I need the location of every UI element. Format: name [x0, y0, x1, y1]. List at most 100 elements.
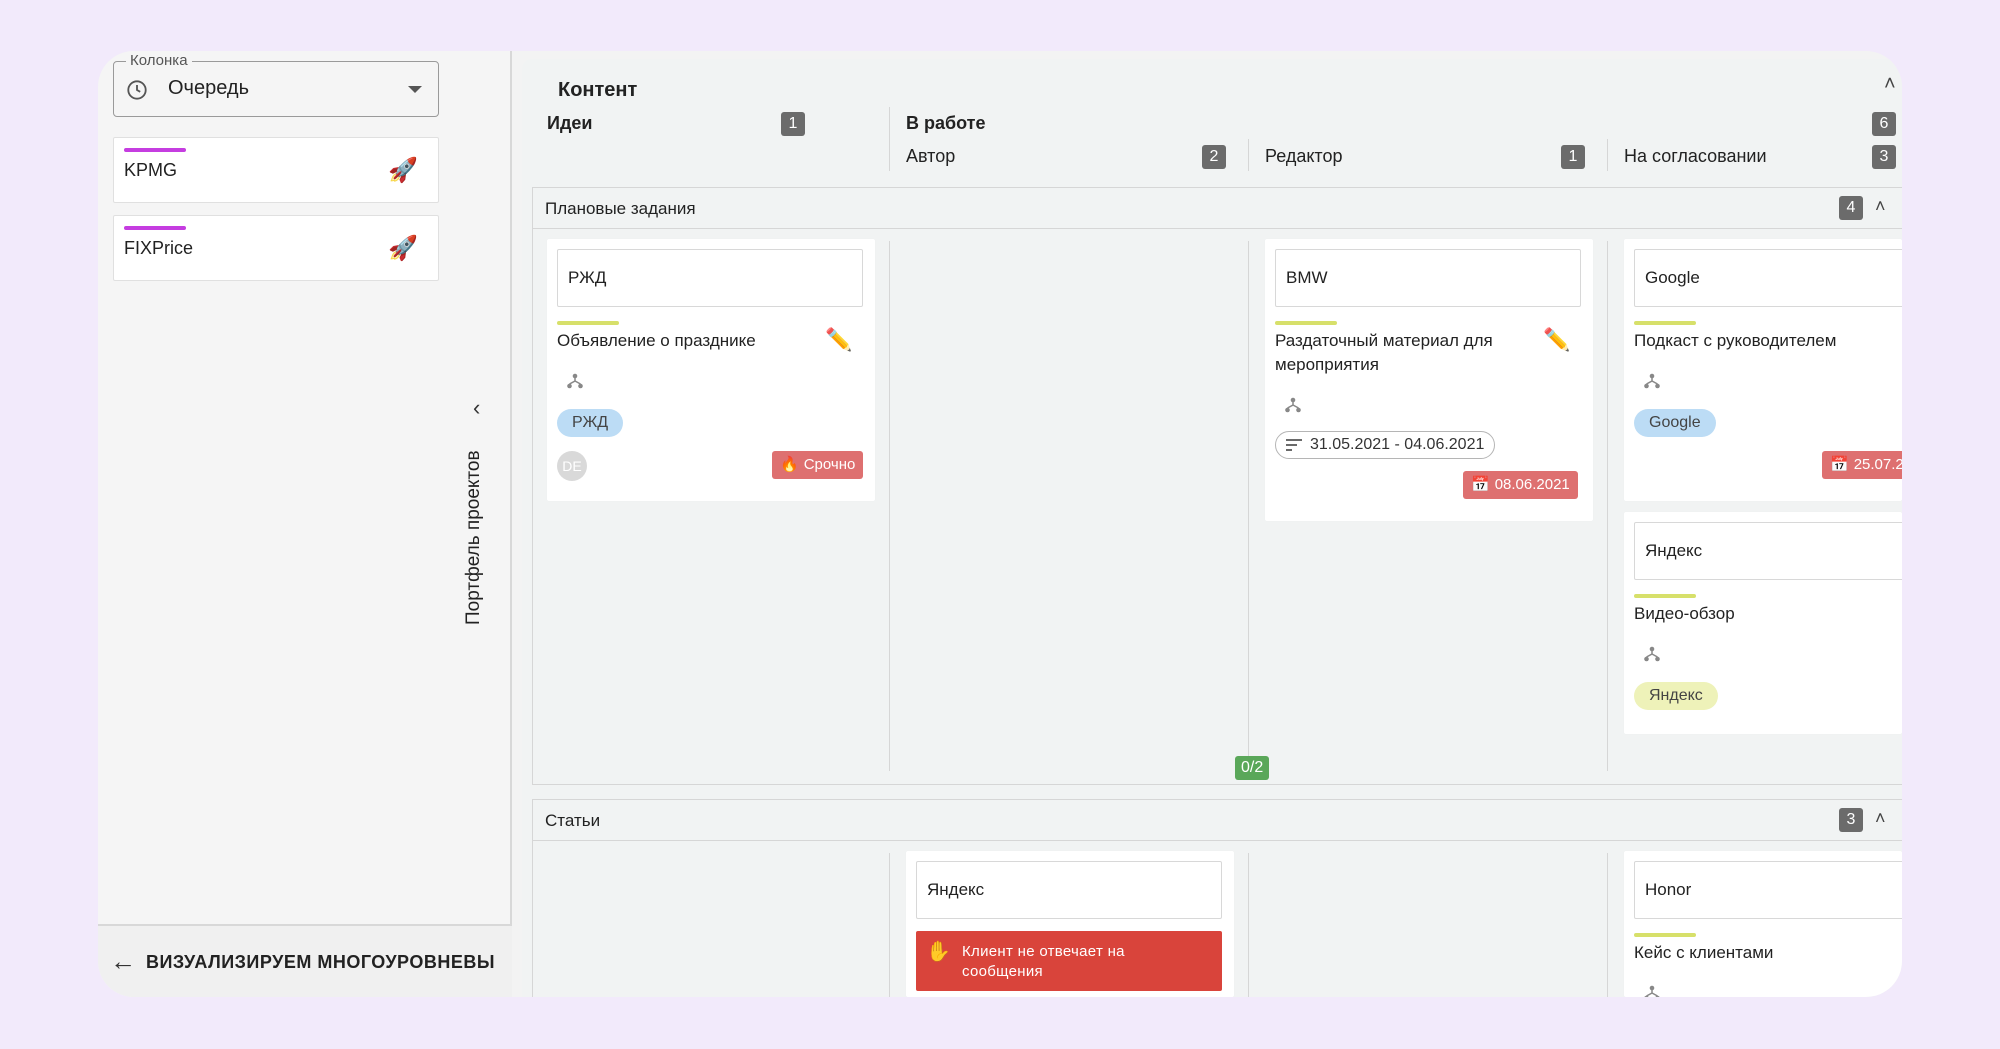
chevron-up-icon[interactable]: ˄ — [1884, 73, 1896, 96]
due-date-tag: 📅 08.06.2021 — [1463, 471, 1578, 499]
client-name: Яндекс — [1645, 541, 1703, 560]
calendar-icon: 📅 — [1830, 456, 1849, 473]
divider — [1607, 241, 1608, 771]
column-editor-label: Редактор — [1265, 146, 1343, 166]
status-bar — [1275, 321, 1337, 325]
task-card-yandex-article[interactable]: Яндекс ✋ Клиент не отвечает на сообщения — [906, 851, 1234, 997]
task-card-rzd[interactable]: РЖД Объявление о празднике ✏️ РЖД DE 🔥 Ср… — [547, 239, 875, 501]
wip-limit-badge: 0/2 — [1235, 756, 1270, 780]
divider — [1248, 241, 1249, 771]
client-field[interactable]: Яндекс — [1634, 522, 1902, 580]
divider — [1607, 139, 1608, 171]
column-approval-count: 3 — [1872, 145, 1896, 169]
task-title-line1: Раздаточный материал для — [1275, 331, 1493, 350]
column-in-work-label: В работе — [906, 113, 986, 133]
client-tag[interactable]: РЖД — [557, 409, 624, 437]
task-title: Кейс с клиентами — [1634, 943, 1774, 962]
divider — [1248, 853, 1249, 997]
swimlane-count: 4 — [1839, 196, 1863, 220]
column-author-count: 2 — [1202, 145, 1226, 169]
divider — [889, 107, 890, 171]
portfolio-vertical-label[interactable]: Портфель проектов — [463, 450, 485, 625]
column-select[interactable]: Колонка Очередь — [113, 52, 439, 117]
client-name: BMW — [1286, 268, 1328, 287]
hierarchy-icon — [1644, 373, 1660, 389]
pencil-icon[interactable]: ✏️ — [1543, 327, 1570, 353]
task-card-google[interactable]: Google Подкаст с руководителем Google 📅 2… — [1624, 239, 1902, 501]
project-card-fixprice[interactable]: FIXPrice 🚀 — [113, 215, 439, 281]
swimlane-count: 3 — [1839, 808, 1863, 832]
column-in-work-count: 6 — [1872, 112, 1896, 136]
clock-icon — [127, 80, 147, 100]
swimlane-header-planned[interactable]: Плановые задания 4 ˄ — [532, 187, 1902, 229]
task-card-bmw[interactable]: BMW Раздаточный материал для мероприятия… — [1265, 239, 1593, 521]
client-field[interactable]: Honor — [1634, 861, 1902, 919]
client-name: Яндекс — [927, 880, 985, 899]
lines-icon — [1286, 439, 1302, 451]
pencil-icon[interactable]: ✏️ — [825, 327, 852, 353]
project-color-bar — [124, 148, 186, 152]
swimlane-header-articles[interactable]: Статьи 3 ˄ — [532, 799, 1902, 841]
chevron-up-icon[interactable]: ˄ — [1875, 196, 1886, 217]
arrow-left-icon[interactable]: ← — [110, 948, 136, 974]
client-tag[interactable]: Яндекс — [1634, 682, 1718, 710]
alert-text: Клиент не отвечает на сообщения — [962, 943, 1125, 980]
calendar-icon: 📅 — [1471, 476, 1490, 493]
column-select-value: Очередь — [168, 77, 249, 99]
task-title-line2: мероприятия — [1275, 355, 1379, 374]
divider — [1607, 853, 1608, 997]
swimlane-title: Статьи — [545, 811, 601, 830]
divider — [1248, 139, 1249, 171]
client-field[interactable]: Google — [1634, 249, 1902, 307]
rocket-icon: 🚀 — [388, 235, 418, 262]
hand-icon: ✋ — [926, 941, 951, 963]
column-ideas-count: 1 — [781, 112, 805, 136]
column-select-legend: Колонка — [126, 52, 192, 69]
client-field[interactable]: Яндекс — [916, 861, 1222, 919]
column-approval-label: На согласовании — [1624, 146, 1767, 166]
project-card-kpmg[interactable]: KPMG 🚀 — [113, 137, 439, 203]
task-card-yandex[interactable]: Яндекс Видео-обзор Яндекс — [1624, 512, 1902, 734]
hierarchy-icon — [567, 373, 583, 389]
column-ideas-label: Идеи — [547, 113, 593, 133]
hierarchy-icon — [1644, 646, 1660, 662]
date-range[interactable]: 31.05.2021 - 04.06.2021 — [1275, 431, 1496, 459]
chevron-down-icon[interactable] — [408, 86, 422, 93]
urgent-tag: 🔥 Срочно — [772, 451, 864, 479]
status-bar — [1634, 933, 1696, 937]
app-window: Колонка Очередь KPMG 🚀 FIXPrice 🚀 ‹ Порт… — [98, 51, 1902, 997]
date-range-value: 31.05.2021 - 04.06.2021 — [1310, 436, 1485, 453]
sidebar: Колонка Очередь KPMG 🚀 FIXPrice 🚀 ‹ Порт… — [98, 51, 512, 997]
board: Контент ˄ Идеи 1 В работе 6 Автор 2 Реда… — [522, 59, 1902, 997]
rocket-icon: 🚀 — [388, 157, 418, 184]
client-tag[interactable]: Google — [1634, 409, 1716, 437]
task-card-honor[interactable]: Honor Кейс с клиентами — [1624, 851, 1902, 997]
hierarchy-icon — [1285, 397, 1301, 413]
project-color-bar — [124, 226, 186, 230]
back-bar[interactable]: ← ВИЗУАЛИЗИРУЕМ МНОГОУРОВНЕВЫ... — [98, 924, 512, 997]
client-name: Honor — [1645, 880, 1692, 899]
client-field[interactable]: РЖД — [557, 249, 863, 307]
status-bar — [1634, 321, 1696, 325]
task-title: Подкаст с руководителем — [1634, 331, 1837, 350]
fire-icon: 🔥 — [780, 456, 799, 473]
due-date-tag: 📅 25.07.2 — [1822, 451, 1902, 479]
task-title: Видео-обзор — [1634, 604, 1735, 623]
project-name: FIXPrice — [124, 238, 194, 258]
divider — [889, 241, 890, 771]
due-date: 25.07.2 — [1853, 456, 1902, 473]
back-label[interactable]: ВИЗУАЛИЗИРУЕМ МНОГОУРОВНЕВЫ... — [146, 952, 496, 973]
task-title: Объявление о празднике — [557, 331, 756, 350]
alert-banner: ✋ Клиент не отвечает на сообщения — [916, 931, 1222, 991]
client-field[interactable]: BMW — [1275, 249, 1581, 307]
hierarchy-icon — [1644, 985, 1660, 997]
urgent-label: Срочно — [803, 456, 856, 473]
status-bar — [1634, 594, 1696, 598]
chevron-left-icon[interactable]: ‹ — [473, 395, 480, 421]
divider — [889, 853, 890, 997]
avatar[interactable]: DE — [557, 451, 587, 481]
column-editor-count: 1 — [1561, 145, 1585, 169]
due-date: 08.06.2021 — [1494, 476, 1570, 493]
swimlane-title: Плановые задания — [545, 199, 696, 218]
chevron-up-icon[interactable]: ˄ — [1875, 808, 1886, 829]
